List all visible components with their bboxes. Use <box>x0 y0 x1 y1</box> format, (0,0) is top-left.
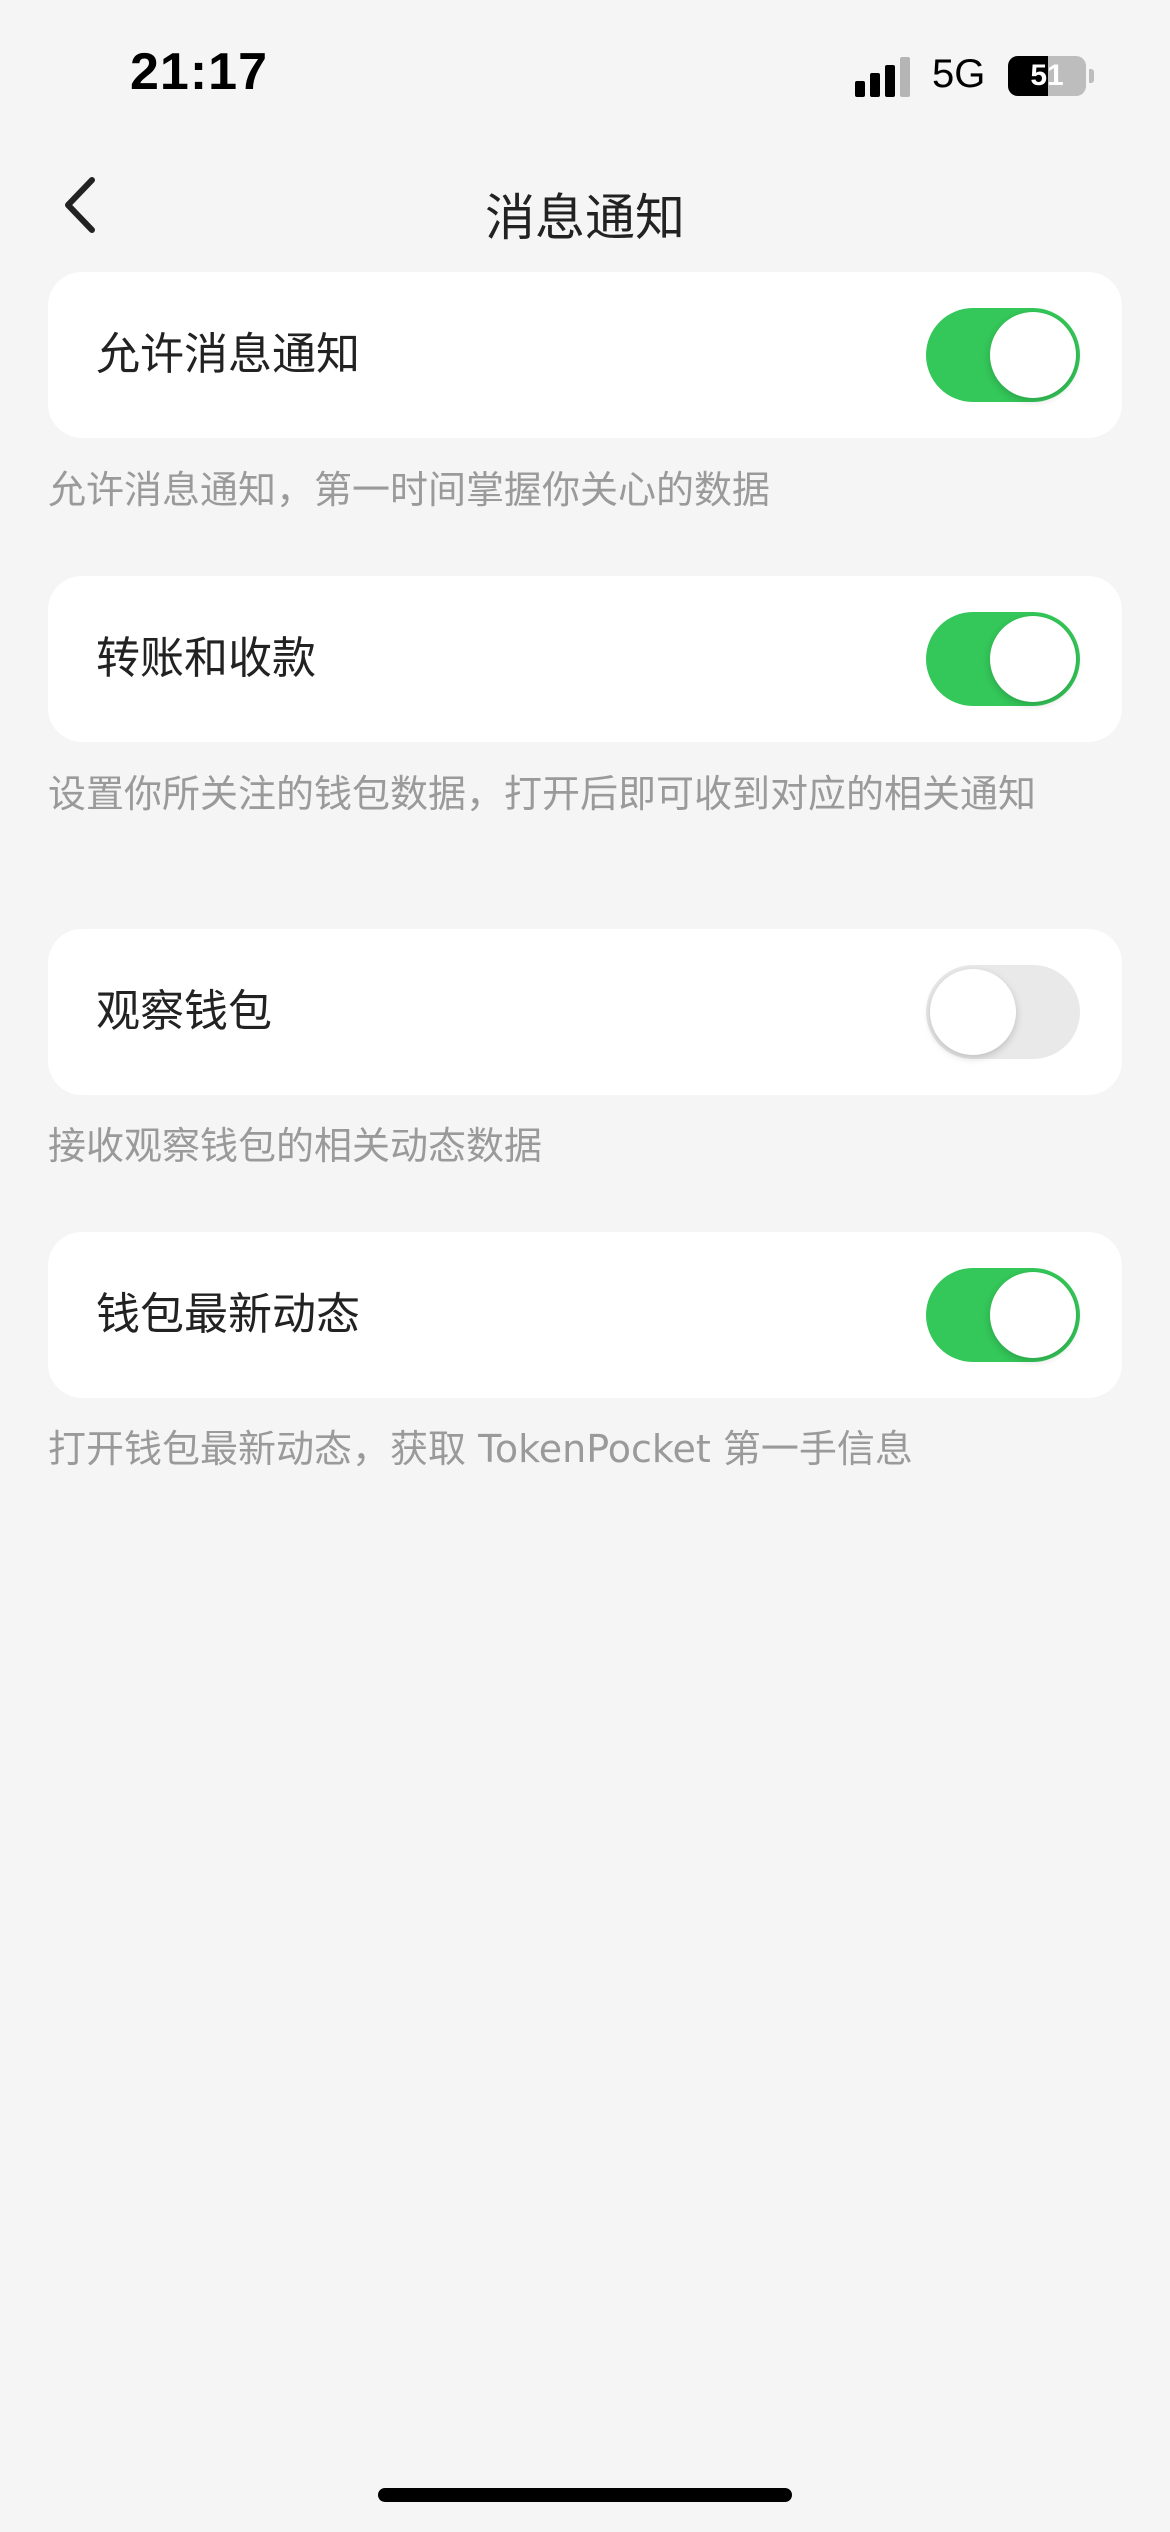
setting-label: 钱包最新动态 <box>96 1289 360 1340</box>
battery-percent: 51 <box>1030 59 1064 92</box>
signal-bars-icon <box>855 57 910 97</box>
page-title: 消息通知 <box>485 189 685 247</box>
setting-description: 打开钱包最新动态，获取 TokenPocket 第一手信息 <box>48 1427 913 1471</box>
setting-description: 允许消息通知，第一时间掌握你关心的数据 <box>48 468 771 512</box>
battery-icon: 51 <box>1008 56 1086 96</box>
toggle-knob <box>990 616 1076 702</box>
status-bar: 21:17 5G 51 <box>0 0 1170 150</box>
setting-description: 设置你所关注的钱包数据，打开后即可收到对应的相关通知 <box>48 772 1037 816</box>
setting-card-watch-wallet: 观察钱包 <box>48 929 1122 1095</box>
toggle-knob <box>990 312 1076 398</box>
wallet-news-toggle[interactable] <box>926 1268 1080 1362</box>
status-time: 21:17 <box>130 43 268 101</box>
setting-label: 观察钱包 <box>96 986 272 1037</box>
network-type: 5G <box>932 52 986 96</box>
transfers-toggle[interactable] <box>926 612 1080 706</box>
watch-wallet-toggle[interactable] <box>926 965 1080 1059</box>
toggle-knob <box>990 1272 1076 1358</box>
nav-bar: 消息通知 <box>0 150 1170 265</box>
setting-card-allow-notifications: 允许消息通知 <box>48 272 1122 438</box>
toggle-knob <box>930 969 1016 1055</box>
setting-card-transfers: 转账和收款 <box>48 576 1122 742</box>
battery-cap <box>1089 69 1094 83</box>
setting-card-wallet-news: 钱包最新动态 <box>48 1232 1122 1398</box>
setting-description: 接收观察钱包的相关动态数据 <box>48 1124 543 1168</box>
setting-label: 允许消息通知 <box>96 329 360 380</box>
setting-label: 转账和收款 <box>96 633 316 684</box>
allow-notifications-toggle[interactable] <box>926 308 1080 402</box>
home-indicator <box>378 2488 792 2502</box>
